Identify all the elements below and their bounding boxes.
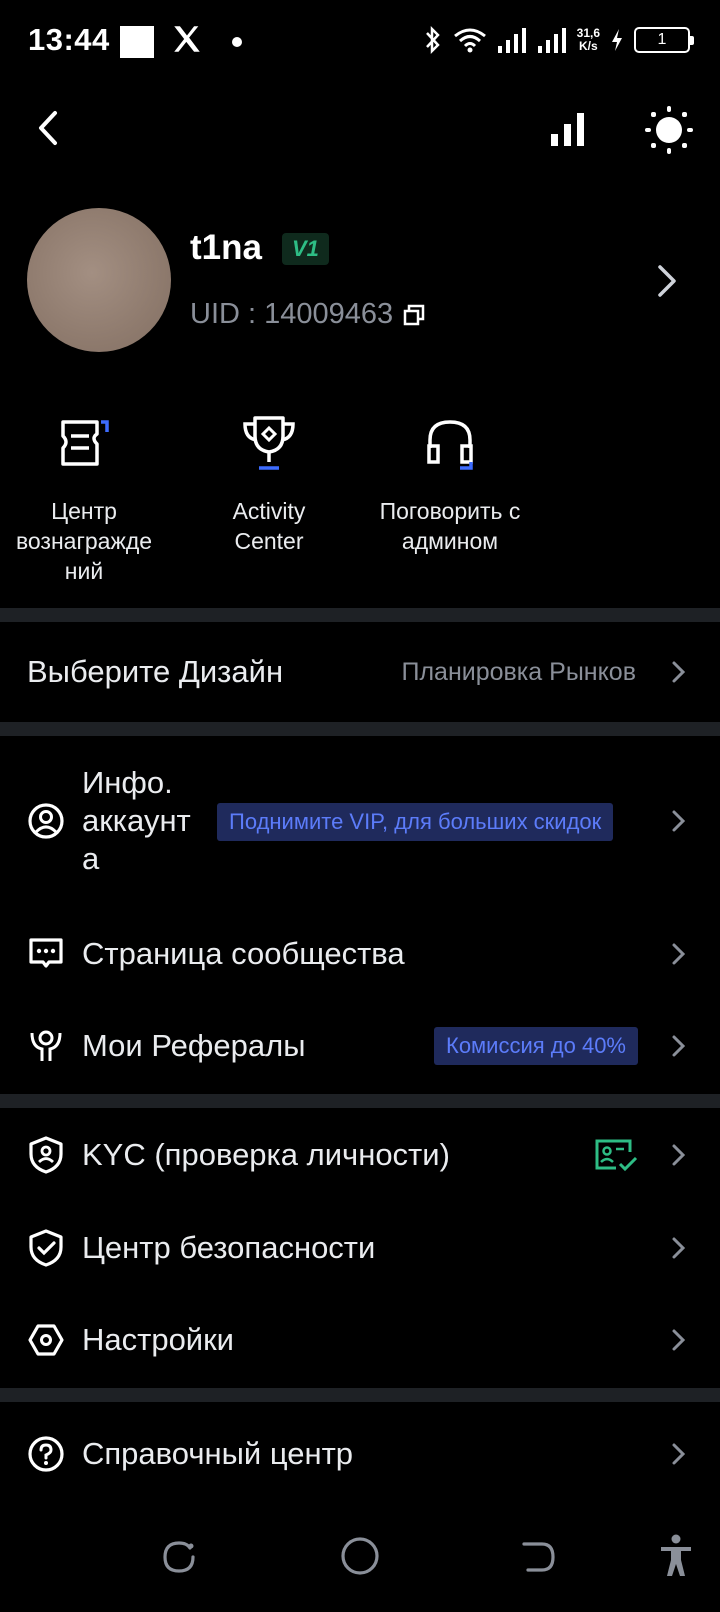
vip-upgrade-tag: Поднимите VIP, для больших скидок xyxy=(217,803,614,841)
bluetooth-icon xyxy=(425,25,440,55)
system-nav-bar xyxy=(0,1512,720,1612)
hexagon-settings-icon xyxy=(27,1321,65,1359)
theme-toggle-button[interactable] xyxy=(643,104,695,156)
headset-icon xyxy=(427,420,473,470)
network-speed-unit: K/s xyxy=(578,39,598,53)
recent-apps-icon[interactable] xyxy=(160,1538,198,1576)
charging-icon xyxy=(612,29,622,51)
signal-icon xyxy=(537,28,566,53)
notification-dot-icon xyxy=(232,37,242,47)
chevron-right-icon xyxy=(672,810,686,832)
shield-check-icon xyxy=(27,1229,65,1267)
chevron-right-icon xyxy=(672,1237,686,1259)
menu-kyc[interactable]: KYC (проверка личности) xyxy=(0,1108,720,1202)
chevron-right-icon xyxy=(672,1035,686,1057)
design-value: Планировка Рынков xyxy=(401,657,636,686)
design-selector-row[interactable]: Выберите Дизайн Планировка Рынков xyxy=(0,622,720,722)
uid-row: UID : 14009463 xyxy=(190,298,425,331)
settings-label: Настройки xyxy=(82,1322,235,1357)
user-circle-icon xyxy=(27,802,65,840)
back-button[interactable] xyxy=(28,104,68,152)
section-divider xyxy=(0,1388,720,1402)
x-logo-icon xyxy=(174,26,200,52)
chevron-right-icon xyxy=(672,1144,686,1166)
chat-admin-label: Поговорить с админом xyxy=(379,498,521,554)
vip-level-badge: V1 xyxy=(282,233,329,265)
chevron-right-icon xyxy=(658,265,676,297)
shield-user-icon xyxy=(27,1136,65,1174)
community-label: Страница сообщества xyxy=(82,936,405,971)
menu-settings[interactable]: Настройки xyxy=(0,1294,720,1386)
copy-icon[interactable] xyxy=(403,304,425,326)
account-info-label: Инфо. аккаунт а xyxy=(82,765,191,876)
reward-ticket-icon xyxy=(61,420,109,466)
chat-icon xyxy=(27,935,65,973)
market-chart-button[interactable] xyxy=(545,106,591,152)
referrals-label: Мои Рефералы xyxy=(82,1028,306,1063)
chevron-right-icon xyxy=(672,661,686,683)
signal-icon xyxy=(497,28,526,53)
avatar[interactable] xyxy=(27,208,171,352)
menu-account-info[interactable]: Инфо. аккаунт а Поднимите VIP, для больш… xyxy=(0,760,720,882)
trophy-icon xyxy=(243,416,295,470)
id-verified-icon xyxy=(595,1139,638,1172)
security-label: Центр безопасности xyxy=(82,1230,376,1265)
wifi-icon xyxy=(453,28,486,53)
menu-security-center[interactable]: Центр безопасности xyxy=(0,1202,720,1294)
activity-center-action[interactable]: Activity Center xyxy=(179,410,359,556)
uid-label: UID : 14009463 xyxy=(190,298,394,330)
menu-community[interactable]: Страница сообщества xyxy=(0,908,720,1000)
menu-referrals[interactable]: Мои Рефералы Комиссия до 40% xyxy=(0,1000,720,1092)
home-icon[interactable] xyxy=(340,1536,380,1576)
reward-center-action[interactable]: Центр вознагражде ний xyxy=(0,410,174,586)
status-time: 13:44 xyxy=(28,22,110,57)
help-label: Справочный центр xyxy=(82,1436,354,1471)
menu-help-center[interactable]: Справочный центр xyxy=(0,1402,720,1506)
chat-admin-action[interactable]: Поговорить с админом xyxy=(350,410,550,556)
section-divider xyxy=(0,722,720,736)
design-label: Выберите Дизайн xyxy=(27,654,284,689)
activity-center-label: Activity Center xyxy=(232,498,306,554)
sun-icon xyxy=(645,106,693,154)
username: t1na xyxy=(190,228,262,267)
referral-icon xyxy=(27,1027,65,1065)
notification-square-icon xyxy=(120,26,154,58)
chevron-right-icon xyxy=(672,1443,686,1465)
back-nav-icon[interactable] xyxy=(520,1538,558,1576)
status-bar: 13:44 31,6 K/s 1 xyxy=(0,0,720,82)
battery-level: 1 xyxy=(657,31,667,48)
accessibility-icon[interactable] xyxy=(658,1534,694,1578)
battery-icon: 1 xyxy=(634,27,694,53)
kyc-label: KYC (проверка личности) xyxy=(82,1137,450,1172)
reward-center-label: Центр вознагражде ний xyxy=(15,498,153,584)
chevron-right-icon xyxy=(672,943,686,965)
profile-details-button[interactable] xyxy=(652,256,682,306)
section-divider xyxy=(0,608,720,622)
network-speed: 31,6 K/s xyxy=(577,27,600,53)
chevron-left-icon xyxy=(39,111,57,145)
bar-chart-icon xyxy=(551,113,584,146)
commission-tag: Комиссия до 40% xyxy=(434,1027,638,1065)
chevron-right-icon xyxy=(672,1329,686,1351)
help-circle-icon xyxy=(27,1435,65,1473)
section-divider xyxy=(0,1094,720,1108)
status-right-icons: 31,6 K/s 1 xyxy=(423,22,694,58)
